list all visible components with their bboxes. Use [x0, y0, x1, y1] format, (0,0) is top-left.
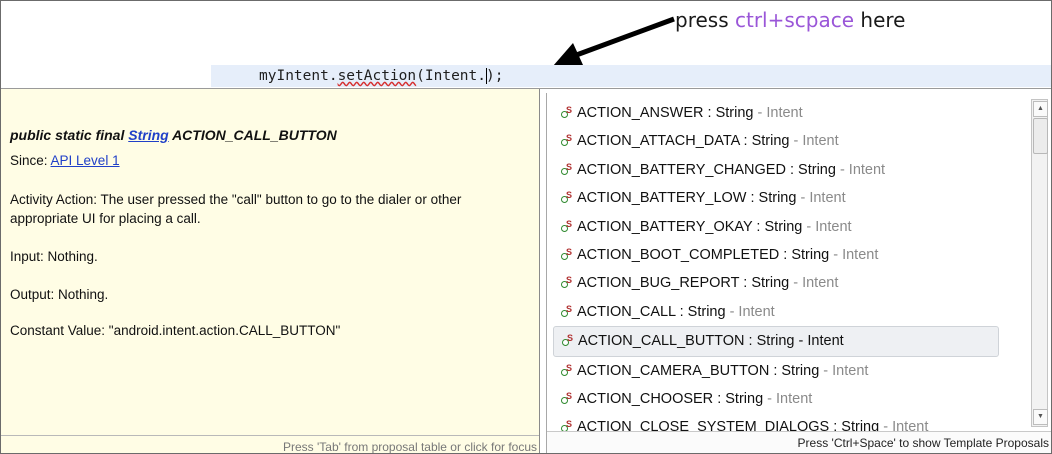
proposal-item[interactable]: S ACTION_CALL : String - Intent	[551, 298, 1001, 326]
proposal-item[interactable]: S ACTION_ANSWER : String - Intent	[551, 99, 1001, 127]
code-method: setAction	[337, 68, 417, 84]
proposal-name: ACTION_CALL_BUTTON	[578, 333, 745, 350]
proposal-type: : String	[746, 190, 797, 207]
proposal-item[interactable]: S ACTION_ATTACH_DATA : String - Intent	[551, 127, 1001, 155]
proposal-type: : String	[713, 390, 764, 407]
proposal-class: - Intent	[725, 303, 775, 320]
proposal-name: ACTION_CAMERA_BUTTON	[577, 362, 770, 379]
proposal-type: : String	[675, 303, 726, 320]
proposal-class: - Intent	[789, 133, 839, 150]
code-args: (Intent.	[416, 68, 486, 84]
proposal-class: - Intent	[794, 333, 844, 350]
proposal-type: : String	[785, 161, 836, 178]
doc-description: Activity Action: The user pressed the "c…	[10, 192, 462, 226]
proposal-class: - Intent	[802, 218, 852, 235]
proposal-type: : String	[739, 275, 790, 292]
proposal-name: ACTION_BUG_REPORT	[577, 275, 740, 292]
proposal-scrollbar[interactable]: ▲ ▼	[1031, 99, 1048, 427]
proposal-class: - Intent	[753, 105, 803, 121]
proposal-item[interactable]: S ACTION_BATTERY_CHANGED : String - Inten…	[551, 156, 1001, 184]
static-field-icon: S	[561, 188, 573, 204]
scroll-down-icon[interactable]: ▼	[1033, 409, 1048, 425]
doc-since-link[interactable]: API Level 1	[51, 153, 120, 168]
proposal-name: ACTION_CHOOSER	[577, 390, 714, 407]
proposal-type: : String	[779, 246, 830, 263]
proposal-status-bar: Press 'Ctrl+Space' to show Template Prop…	[547, 431, 1051, 453]
static-field-icon: S	[561, 217, 573, 232]
doc-modifiers: public static final	[10, 127, 129, 143]
proposal-status-text: Press 'Ctrl+Space' to show Template Prop…	[797, 436, 1049, 450]
doc-signature: public static final String ACTION_CALL_B…	[10, 127, 337, 143]
static-field-icon: S	[561, 160, 573, 175]
annotation-keys: ctrl+scpace	[734, 8, 855, 32]
scroll-up-icon[interactable]: ▲	[1033, 101, 1048, 117]
doc-type-link[interactable]: String	[128, 127, 168, 143]
annotation-suffix: here	[854, 8, 906, 32]
proposal-type: : String	[769, 362, 820, 379]
proposal-type: : String	[703, 105, 754, 121]
doc-status-bar: Press 'Tab' from proposal table or click…	[1, 435, 539, 454]
proposal-item[interactable]: S ACTION_BATTERY_LOW : String - Intent	[551, 184, 1001, 212]
static-field-icon: S	[561, 131, 573, 147]
doc-status-text: Press 'Tab' from proposal table or click…	[282, 440, 537, 454]
proposal-item[interactable]: S ACTION_CAMERA_BUTTON : String - Intent	[551, 357, 1001, 385]
static-field-icon: S	[561, 302, 573, 317]
annotation-arrow-icon	[553, 16, 675, 66]
proposal-name: ACTION_ATTACH_DATA	[577, 133, 740, 150]
proposal-type: : String	[752, 218, 803, 235]
static-field-icon: S	[561, 245, 573, 260]
code-receiver: myIntent.	[259, 68, 338, 84]
proposal-type: : String	[739, 133, 790, 150]
editor-code-line[interactable]: myIntent.setAction(Intent.);	[259, 65, 503, 87]
doc-since: Since: API Level 1	[10, 153, 120, 168]
proposal-class: - Intent	[829, 246, 879, 263]
proposal-name: ACTION_BATTERY_OKAY	[577, 218, 753, 235]
content-assist-popup[interactable]: S ACTION_ANSWER : String - Intent S ACTION_…	[546, 93, 1051, 453]
static-field-icon: S	[561, 361, 573, 376]
proposal-class: - Intent	[789, 275, 839, 292]
doc-since-label: Since:	[10, 153, 51, 168]
static-field-icon: S	[562, 331, 574, 347]
proposal-class: - Intent	[835, 161, 886, 178]
proposal-item[interactable]: S ACTION_BUG_REPORT : String - Intent	[551, 269, 1001, 297]
doc-input: Input: Nothing.	[10, 249, 98, 264]
doc-field-name: ACTION_CALL_BUTTON	[168, 127, 337, 143]
proposal-class: - Intent	[819, 362, 869, 379]
annotation-prefix: press	[675, 8, 735, 32]
scroll-thumb[interactable]	[1033, 118, 1048, 154]
annotation-text: press ctrl+scpace here	[675, 8, 905, 32]
static-field-icon: S	[561, 273, 573, 289]
proposal-item[interactable]: S ACTION_CALL_BUTTON : String - Intent	[553, 326, 999, 357]
proposal-item[interactable]: S ACTION_CHOOSER : String - Intent	[551, 385, 1001, 413]
doc-output: Output: Nothing.	[10, 287, 109, 302]
proposal-name: ACTION_BATTERY_LOW	[577, 190, 747, 207]
proposal-name: ACTION_BOOT_COMPLETED	[577, 246, 780, 263]
javadoc-popup[interactable]: public static final String ACTION_CALL_B…	[1, 89, 540, 454]
proposal-item[interactable]: S ACTION_BATTERY_OKAY : String - Intent	[551, 213, 1001, 241]
proposal-name: ACTION_CALL	[577, 303, 676, 320]
proposal-class: - Intent	[796, 190, 846, 207]
proposal-class: - Intent	[763, 390, 813, 407]
static-field-icon: S	[561, 389, 573, 404]
proposal-type: : String	[744, 333, 795, 350]
proposal-item[interactable]: S ACTION_BOOT_COMPLETED : String - Intent	[551, 241, 1001, 269]
static-field-icon: S	[561, 417, 573, 433]
static-field-icon: S	[561, 103, 573, 118]
ide-window: press ctrl+scpace here myIntent.setActio…	[0, 0, 1052, 454]
proposal-name: ACTION_BATTERY_CHANGED	[577, 161, 786, 178]
doc-constant: Constant Value: "android.intent.action.C…	[10, 323, 341, 338]
proposal-list[interactable]: S ACTION_ANSWER : String - Intent S ACTION_…	[551, 99, 1001, 442]
code-end: );	[486, 68, 504, 84]
proposal-name: ACTION_ANSWER	[577, 105, 704, 121]
